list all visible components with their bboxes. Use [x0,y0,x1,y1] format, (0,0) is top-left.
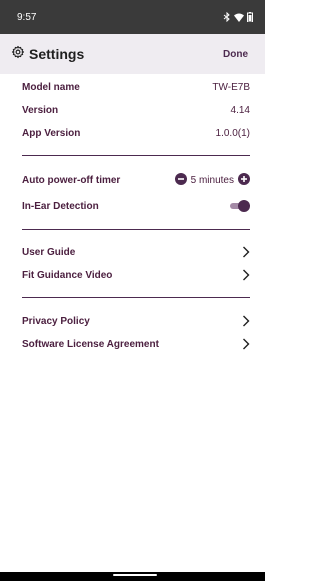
divider [22,155,250,156]
software-license-row[interactable]: Software License Agreement [22,336,250,352]
version-label: Version [22,104,59,116]
user-guide-row[interactable]: User Guide [22,244,250,260]
model-name-label: Model name [22,81,80,93]
chevron-right-icon [242,315,250,327]
timer-value: 5 minutes [190,174,234,186]
status-icons [223,12,253,22]
divider [22,229,250,230]
plus-circle-icon[interactable] [238,172,250,188]
chevron-right-icon [242,246,250,258]
model-name-row: Model name TW-E7B [22,79,250,95]
chevron-right-icon [242,338,250,350]
privacy-policy-label: Privacy Policy [22,315,90,327]
app-version-row: App Version 1.0.0(1) [22,125,250,141]
minus-circle-icon[interactable] [174,172,187,188]
home-indicator[interactable] [113,574,157,576]
toggle-thumb [238,200,250,212]
divider [22,297,250,298]
status-bar: 9:57 [0,0,265,34]
privacy-policy-row[interactable]: Privacy Policy [22,313,250,329]
version-value: 4.14 [230,104,250,116]
app-version-value: 1.0.0(1) [215,127,250,139]
page-title: Settings [29,46,85,62]
battery-icon [247,12,253,22]
done-button[interactable]: Done [223,49,248,60]
fit-guidance-video-label: Fit Guidance Video [22,269,113,281]
status-time: 9:57 [17,11,37,23]
fit-guidance-video-row[interactable]: Fit Guidance Video [22,267,250,283]
app-version-label: App Version [22,127,81,139]
bluetooth-icon [223,12,231,22]
wifi-icon [234,13,244,22]
auto-power-off-label: Auto power-off timer [22,174,121,186]
model-name-value: TW-E7B [212,81,250,93]
timer-stepper: 5 minutes [174,172,250,188]
settings-header: Settings Done [0,34,265,74]
in-ear-detection-label: In-Ear Detection [22,200,99,212]
user-guide-label: User Guide [22,246,76,258]
in-ear-detection-row: In-Ear Detection [22,198,250,214]
software-license-label: Software License Agreement [22,338,159,350]
version-row: Version 4.14 [22,102,250,118]
in-ear-detection-toggle[interactable] [228,200,250,212]
gear-icon [11,45,25,64]
auto-power-off-row: Auto power-off timer 5 minutes [22,172,250,188]
chevron-right-icon [242,269,250,281]
